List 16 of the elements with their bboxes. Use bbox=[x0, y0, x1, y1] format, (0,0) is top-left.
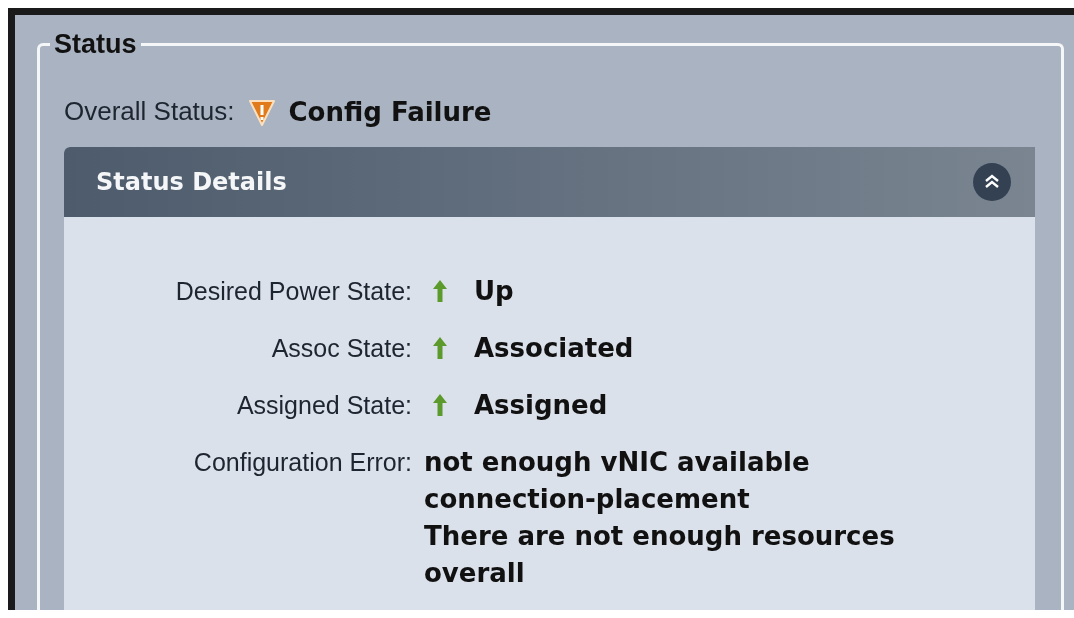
collapse-button[interactable] bbox=[973, 163, 1011, 201]
overall-status-value: Config Failure bbox=[288, 96, 492, 127]
up-arrow-icon bbox=[432, 279, 448, 303]
field-label: Configuration Error: bbox=[192, 447, 412, 478]
field-value: Assigned bbox=[474, 389, 608, 422]
up-arrow-icon bbox=[432, 393, 448, 417]
field-value: Up bbox=[474, 275, 514, 308]
group-title: Status bbox=[53, 29, 138, 60]
error-message: not enough vNIC available connection-placement There are not enough resources overall bbox=[424, 446, 896, 590]
up-arrow-icon bbox=[432, 336, 448, 360]
field-label: Assigned State: bbox=[235, 390, 412, 421]
field-label: Desired Power State: bbox=[174, 276, 412, 307]
overall-status-label: Overall Status: bbox=[64, 96, 235, 127]
details-title: Status Details bbox=[96, 168, 287, 196]
field-label: Assoc State: bbox=[270, 333, 412, 364]
field-value: Associated bbox=[474, 332, 634, 365]
